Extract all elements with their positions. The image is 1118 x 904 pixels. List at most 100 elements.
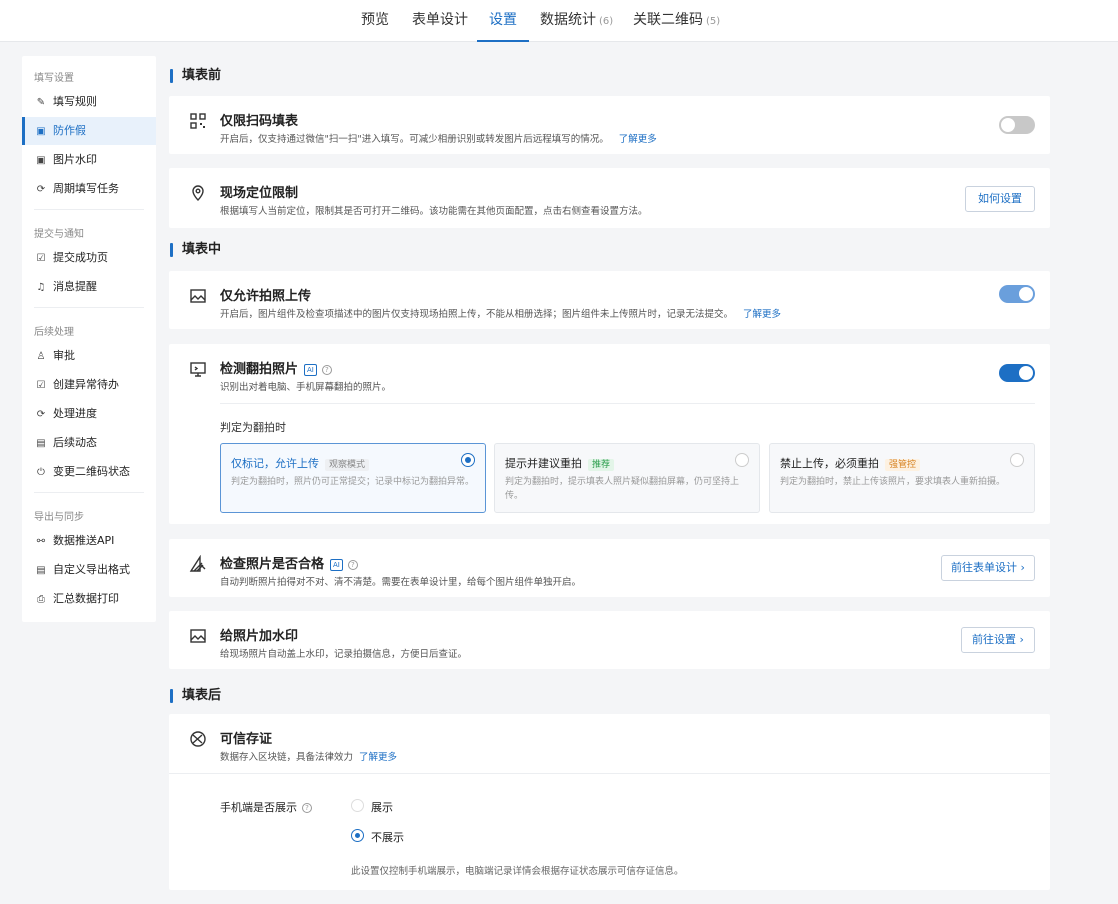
settings-sidebar: 填写设置 ✎ 填写规则 ▣ 防作假 ▣ 图片水印 ⟳ 周期填写任务 提交与通知 ☑ 提交成… [22, 56, 156, 622]
card-location-limit: 现场定位限制 根据填写人当前定位，限制其是否可打开二维码。该功能需在其他页面配置… [169, 168, 1050, 228]
retake-option-forbid-upload[interactable]: 禁止上传，必须重拍 强管控 判定为翻拍时，禁止上传该照片，要求填表人重新拍摄。 [769, 443, 1035, 513]
monitor-icon [189, 360, 207, 378]
bell-icon: ♫ [36, 282, 46, 293]
retake-toggle[interactable] [999, 364, 1035, 382]
cycle-icon: ⟳ [36, 409, 46, 420]
doc-icon: ▤ [36, 438, 46, 449]
location-pin-icon [189, 184, 207, 202]
ai-badge: AI [304, 363, 317, 376]
evidence-note: 此设置仅控制手机端展示，电脑端记录详情会根据存证状态展示可信存证信息。 [351, 866, 684, 877]
sidebar-item-custom-export[interactable]: ▤ 自定义导出格式 [22, 556, 156, 584]
retake-option-suggest-retake[interactable]: 提示并建议重拍 推荐 判定为翻拍时，提示填表人照片疑似翻拍屏幕，仍可坚持上传。 [494, 443, 760, 513]
divider [169, 773, 1050, 774]
top-nav: 预览 表单设计 设置 数据统计 (6) 关联二维码 (5) [0, 0, 1118, 42]
mode-tag: 观察模式 [325, 459, 370, 471]
radio-hide-label[interactable]: 不展示 [371, 829, 404, 845]
section-title-after: 填表后 [170, 688, 221, 704]
card-title: 给照片加水印 [220, 629, 299, 644]
sidebar-divider [34, 492, 144, 493]
sidebar-group-title: 提交与通知 [34, 229, 84, 240]
tab-preview[interactable]: 预览 [361, 0, 389, 42]
sidebar-item-qrcode-status[interactable]: ⏻ 变更二维码状态 [22, 458, 156, 486]
sidebar-item-message-reminder[interactable]: ♫ 消息提醒 [22, 273, 156, 301]
sidebar-group-title: 后续处理 [34, 327, 74, 338]
tab-settings[interactable]: 设置 [477, 0, 529, 42]
card-scan-only: 仅限扫码填表 开启后，仅支持通过微信"扫一扫"进入填写。可减少相册识别或转发图片… [169, 96, 1050, 154]
radio-show-label[interactable]: 展示 [371, 799, 393, 815]
photo-only-toggle[interactable] [999, 285, 1035, 303]
image-icon: ▣ [36, 126, 46, 137]
qrcode-icon [189, 112, 207, 130]
sidebar-item-data-push-api[interactable]: ⚯ 数据推送API [22, 527, 156, 555]
image-icon [189, 627, 207, 645]
card-title: 可信存证 [220, 732, 273, 747]
radio-show[interactable] [351, 799, 364, 812]
card-title: 检查照片是否合格 AI? [220, 553, 358, 572]
mode-tag: 推荐 [588, 459, 615, 471]
card-desc: 识别出对着电脑、手机屏幕翻拍的照片。 [220, 382, 392, 393]
sidebar-item-cyclic-task[interactable]: ⟳ 周期填写任务 [22, 175, 156, 203]
sidebar-item-anti-fraud[interactable]: ▣ 防作假 [22, 117, 156, 145]
sidebar-divider [34, 307, 144, 308]
card-photo-only: 仅允许拍照上传 开启后，图片组件及检查项描述中的图片仅支持现场拍照上传，不能从相… [169, 271, 1050, 329]
question-icon[interactable]: ? [302, 803, 312, 813]
scan-only-toggle[interactable] [999, 116, 1035, 134]
sidebar-group-title: 导出与同步 [34, 512, 84, 523]
shield-chain-icon [189, 730, 207, 748]
retake-option-mark-only[interactable]: 仅标记，允许上传 观察模式 判定为翻拍时，照片仍可正常提交；记录中标记为翻拍异常。 [220, 443, 486, 513]
card-title: 仅允许拍照上传 [220, 289, 312, 304]
sidebar-item-exception-todo[interactable]: ☑ 创建异常待办 [22, 371, 156, 399]
judge-label: 判定为翻拍时 [220, 421, 286, 434]
option-radio[interactable] [735, 453, 749, 467]
todo-icon: ☑ [36, 380, 46, 391]
check-doc-icon: ☑ [36, 253, 46, 264]
sidebar-divider [34, 209, 144, 210]
sidebar-item-summary-print[interactable]: ⎙ 汇总数据打印 [22, 585, 156, 613]
link-icon: ⚯ [36, 536, 46, 547]
stamp-icon: ♙ [36, 351, 46, 362]
tab-form-design[interactable]: 表单设计 [412, 0, 468, 42]
section-title-before: 填表前 [170, 68, 221, 84]
card-watermark: 给照片加水印 给现场照片自动盖上水印，记录拍摄信息，方便日后查证。 前往设置 › [169, 611, 1050, 669]
section-title-during: 填表中 [170, 242, 221, 258]
ai-badge: AI [330, 558, 343, 571]
sidebar-item-approval[interactable]: ♙ 审批 [22, 342, 156, 370]
divider [220, 403, 1035, 404]
sidebar-item-image-watermark[interactable]: ▣ 图片水印 [22, 146, 156, 174]
card-desc: 自动判断照片拍得对不对、清不清楚。需要在表单设计里，给每个图片组件单独开启。 [220, 577, 582, 588]
learn-more-link[interactable]: 了解更多 [619, 134, 657, 145]
sidebar-group-title: 填写设置 [34, 73, 74, 84]
edit-icon: ✎ [36, 97, 46, 108]
goto-settings-button[interactable]: 前往设置 › [961, 627, 1035, 653]
export-icon: ▤ [36, 565, 46, 576]
image-icon: ▣ [36, 155, 46, 166]
card-retake-detection: 检测翻拍照片 AI? 识别出对着电脑、手机屏幕翻拍的照片。 判定为翻拍时 仅标记，… [169, 344, 1050, 524]
sidebar-item-progress[interactable]: ⟳ 处理进度 [22, 400, 156, 428]
card-desc: 开启后，图片组件及检查项描述中的图片仅支持现场拍照上传，不能从相册选择；图片组件… [220, 309, 782, 320]
printer-icon: ⎙ [37, 594, 45, 605]
card-title: 仅限扫码填表 [220, 114, 299, 129]
card-title: 检测翻拍照片 AI? [220, 358, 332, 377]
goto-form-design-button[interactable]: 前往表单设计 › [941, 555, 1035, 581]
card-title: 现场定位限制 [220, 186, 299, 201]
cycle-icon: ⟳ [36, 184, 46, 195]
question-icon[interactable]: ? [347, 559, 358, 570]
tab-linked-qrcode[interactable]: 关联二维码 (5) [633, 0, 720, 42]
sidebar-item-follow-up[interactable]: ▤ 后续动态 [22, 429, 156, 457]
card-trusted-evidence: 可信存证 数据存入区块链，具备法律效力 了解更多 手机端是否展示? 展示 不展示 … [169, 714, 1050, 890]
learn-more-link[interactable]: 了解更多 [743, 309, 781, 320]
question-icon[interactable]: ? [321, 364, 332, 375]
sidebar-item-submit-page[interactable]: ☑ 提交成功页 [22, 244, 156, 272]
radio-hide[interactable] [351, 829, 364, 842]
card-desc: 数据存入区块链，具备法律效力 了解更多 [220, 752, 398, 763]
learn-more-link[interactable]: 了解更多 [359, 752, 397, 763]
tab-data-stats[interactable]: 数据统计 (6) [540, 0, 613, 42]
how-to-setup-button[interactable]: 如何设置 [965, 186, 1035, 212]
option-radio[interactable] [1010, 453, 1024, 467]
sidebar-item-fill-rules[interactable]: ✎ 填写规则 [22, 88, 156, 116]
card-desc: 给现场照片自动盖上水印，记录拍摄信息，方便日后查证。 [220, 649, 468, 660]
card-desc: 开启后，仅支持通过微信"扫一扫"进入填写。可减少相册识别或转发图片后远程填写的情… [220, 134, 657, 145]
card-desc: 根据填写人当前定位，限制其是否可打开二维码。该功能需在其他页面配置，点击右侧查看… [220, 206, 648, 217]
image-icon [189, 287, 207, 305]
option-radio[interactable] [461, 453, 475, 467]
